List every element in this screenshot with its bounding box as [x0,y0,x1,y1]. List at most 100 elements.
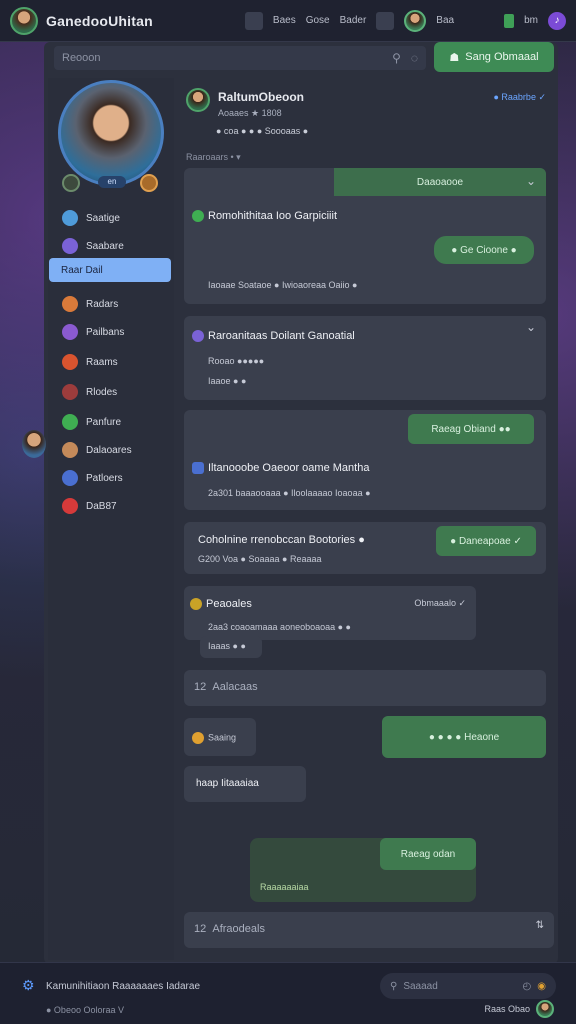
feed-card: Raeag Obiand ●● Iltanooobe Oaeoor oame M… [184,410,546,510]
notifications-icon[interactable]: ♪ [548,11,566,30]
draft-meta: Raaaaaaiaa [260,882,309,892]
sidebar-item-label: Raams [86,356,118,368]
footer-search[interactable]: ⚲ Saaaad ◴ ◉ [380,973,556,999]
section-title: 12 Afraodeals [194,923,265,935]
sidebar-item-label: Pailbans [86,326,125,338]
sidebar-item-icon [62,414,78,430]
section-header[interactable]: 12 Aalacaas [184,670,546,706]
sidebar-item-icon [62,238,78,254]
search-placeholder: Reooon [62,52,101,64]
user-avatar[interactable] [404,9,427,32]
sidebar-item[interactable]: DaB87 [58,494,174,518]
sidebar-item-icon [62,498,78,514]
topic-icon [190,598,202,611]
card-right-action[interactable]: Obmaaalo ✓ [414,598,466,609]
sidebar-item-icon [62,442,78,458]
search-bar[interactable]: Reooon ⚲ ◌ [54,46,426,70]
sidebar-item-label: Radars [86,298,119,310]
reply-chip[interactable]: Iaaas ● ● [200,636,262,658]
sidebar-item-label: Panfure [86,416,122,428]
sidebar-item[interactable]: Saabare [58,234,174,258]
card-meta-sub: Iaaoe ● ● [208,376,247,386]
card-title: Raroanitaas Doilant Ganoatial [192,330,355,343]
nav-item-4[interactable]: Baa [436,15,454,26]
reaction-pill[interactable]: ● ● ● ● Heaone [382,716,546,758]
nav-item-1[interactable]: Baes [273,15,296,26]
draft-action-label: Raeag odan [400,848,456,860]
sidebar-item[interactable]: Pailbans [58,320,174,344]
sidebar-item[interactable]: Panfure [58,410,174,434]
reply-chip-label: Iaaas ● ● [208,641,246,651]
footer-sub: ● Obeoo Ooloraa V [46,1005,124,1015]
sidebar-item[interactable]: Saatige [58,206,174,230]
status-chip[interactable]: Saaing [184,718,256,756]
post-header: RaltumObeoon Aoaaes ★ 1808 ● coa ● ● ● S… [186,86,546,156]
profile-tag: en [98,176,126,188]
chevron-down-icon[interactable]: ⌄ [526,174,536,188]
card-meta: 2aa3 coaoamaaa aoneoboaoaa ● ● [208,622,351,632]
feed-card: Daaoaooe ⌄ Romohithitaa Ioo Garpiciiit ●… [184,168,546,304]
card-header-label: Daaoaooe [416,176,464,188]
feed-card: Coholnine rrenobccan Bootories ● G200 Vo… [184,522,546,574]
profile-avatar[interactable] [58,80,164,186]
send-icon: ☗ [449,51,460,64]
sidebar-item[interactable]: Radars [58,292,174,316]
sidebar-item-label: Saatige [86,212,120,224]
footer-right: Raas Obao [484,1000,554,1018]
card-action-button[interactable]: ● Daneapoae ✓ [436,526,536,556]
rank-badge-icon [62,174,80,192]
card-header-pill[interactable]: Daaoaooe [334,168,546,196]
card-meta: G200 Voa ● Soaaaa ● Reaaaa [198,554,322,564]
sidebar-item-icon [62,324,78,340]
verified-badge[interactable]: ● Raabrbe ✓ [493,92,546,103]
sidebar-item[interactable]: Raar Dail [49,258,171,282]
author-avatar[interactable] [186,88,210,112]
sidebar-item-label: Raar Dail [61,264,103,276]
section-header[interactable]: 12 Afraodeals ⇅ [184,912,554,948]
card-action-button[interactable]: Raeag Obiand ●● [408,414,534,444]
footer-avatar[interactable] [536,1000,554,1018]
level-badge-icon [140,174,158,192]
sidebar-item-icon [62,470,78,486]
sidebar-item-label: Patloers [86,472,123,484]
primary-action-button[interactable]: ☗ Sang Obmaaal [434,42,554,72]
sidebar-item[interactable]: Dalaoares [58,438,174,462]
refresh-icon[interactable]: ◌ [411,51,418,65]
nav-icon[interactable] [244,11,263,30]
reaction-row: ● coa ● ● ● Soooaas ● [216,126,309,136]
search-icon[interactable]: ⚲ [392,51,401,65]
footer-text: Kamunihitiaon Raaaaaaes Iadarae [46,981,200,992]
status-chip-label: Saaing [192,732,236,744]
edge-avatar[interactable] [22,430,46,458]
coin-icon[interactable]: ◉ [537,981,546,992]
draft-action-button[interactable]: Raeag odan [380,838,476,870]
top-nav: Baes Gose Bader Baa bm ♪ [244,9,566,32]
topic-icon [192,462,204,475]
topic-icon [192,210,204,223]
author-name[interactable]: RaltumObeoon [218,90,304,104]
chevron-down-icon[interactable]: ⌄ [526,320,536,334]
reaction-pill-label: ● ● ● ● Heaone [428,731,500,743]
sidebar-item[interactable]: Patloers [58,466,174,490]
nav-item-3[interactable]: Bader [340,15,367,26]
gear-icon[interactable]: ⚙ [22,977,35,994]
nav-item-2[interactable]: Gose [306,15,330,26]
search-icon: ⚲ [390,980,398,992]
top-bar: GanedooUhitan Baes Gose Bader Baa bm ♪ [0,0,576,42]
sidebar-item[interactable]: Rlodes [58,380,174,404]
card-action-label: Raeag Obiand ●● [431,423,511,435]
sidebar-item-label: Dalaoares [86,444,132,456]
footer-right-label[interactable]: Raas Obao [484,1004,530,1014]
card-action-button[interactable]: ● Ge Cioone ● [434,236,534,264]
app-title: GanedooUhitan [46,12,153,29]
inventory-icon[interactable] [376,11,395,30]
card-meta: Iaoaae Soataoe ● Iwioaoreaa Oaiio ● [208,280,358,290]
clock-icon[interactable]: ◴ [523,981,532,992]
badge-label: bm [524,15,538,26]
happy-chip[interactable]: haap Iitaaaiaa [184,766,306,802]
sort-dropdown[interactable]: Raaroaars • ▾ [186,152,241,163]
expand-icon[interactable]: ⇅ [536,920,544,931]
app-logo-avatar[interactable] [10,6,38,35]
sidebar-item[interactable]: Raams [58,350,174,374]
feed-card: Peaoales Obmaaalo ✓ 2aa3 coaoamaaa aoneo… [184,586,476,640]
